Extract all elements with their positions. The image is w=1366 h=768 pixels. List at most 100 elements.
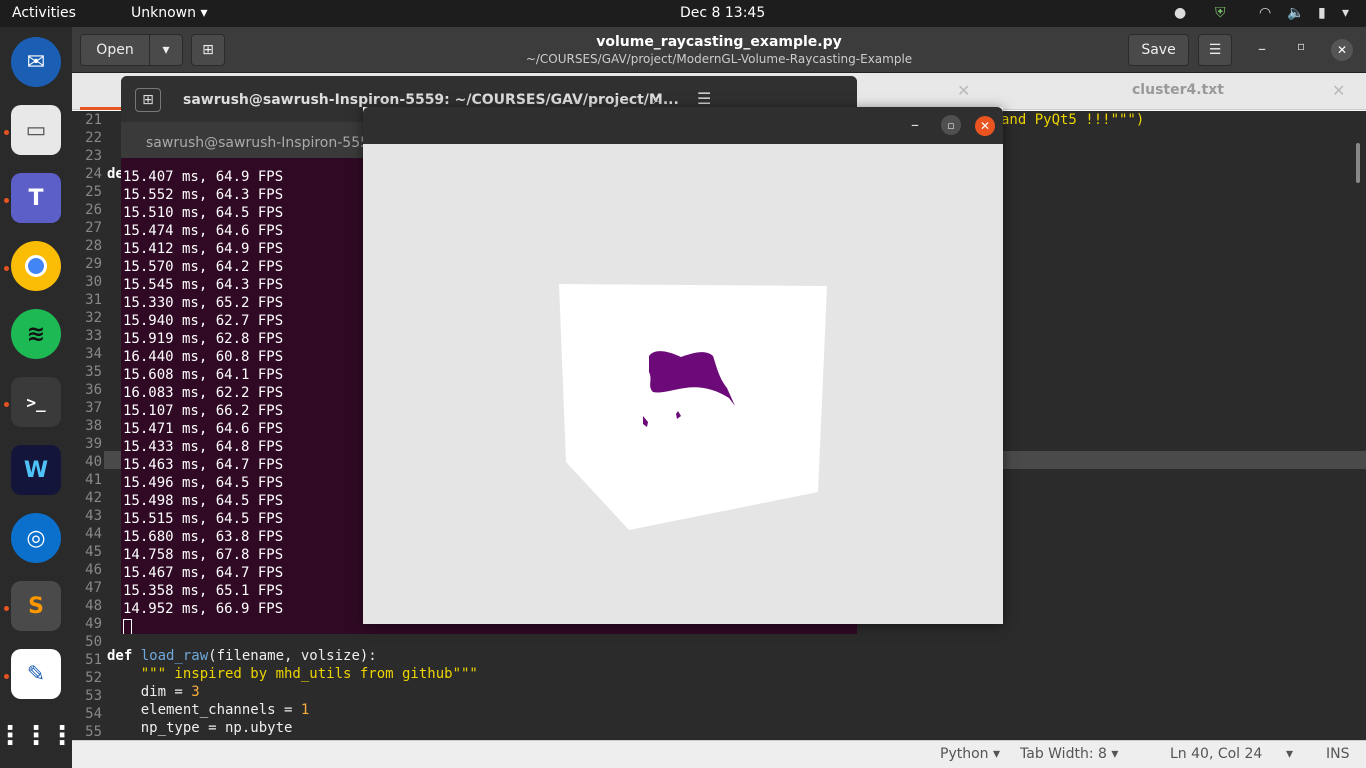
app-menu[interactable]: Unknown ▾	[131, 5, 207, 21]
line-number: 32	[85, 310, 102, 326]
line-number: 43	[85, 508, 102, 524]
line-number: 36	[85, 382, 102, 398]
chrome-icon[interactable]	[11, 241, 61, 291]
running-indicator	[4, 198, 9, 203]
status-bar: Python ▾ Tab Width: 8 ▾ Ln 40, Col 24 ▾ …	[72, 740, 1366, 768]
close-icon[interactable]: ✕	[1331, 39, 1353, 61]
line-number: 50	[85, 634, 102, 650]
tab-close-icon[interactable]: ✕	[1332, 81, 1345, 100]
terminal-line: 15.471 ms, 64.6 FPS	[123, 421, 284, 437]
code-line-55: np_type = np.ubyte	[107, 720, 293, 736]
files-icon[interactable]: ▭	[11, 105, 61, 155]
line-number: 55	[85, 724, 102, 740]
line-number: 33	[85, 328, 102, 344]
close-icon[interactable]: ✕	[975, 116, 995, 136]
teams-icon[interactable]: T	[11, 173, 61, 223]
line-number: 39	[85, 436, 102, 452]
terminal-line: 15.463 ms, 64.7 FPS	[123, 457, 284, 473]
thunderbird-icon[interactable]: ✉	[11, 37, 61, 87]
terminal-line: 15.467 ms, 64.7 FPS	[123, 565, 284, 581]
terminal-line: 15.107 ms, 66.2 FPS	[123, 403, 284, 419]
running-indicator	[4, 266, 9, 271]
terminal-line: 14.952 ms, 66.9 FPS	[123, 601, 284, 617]
minimize-icon[interactable]: –	[911, 115, 919, 134]
terminal-line: 15.498 ms, 64.5 FPS	[123, 493, 284, 509]
terminal-tab[interactable]: sawrush@sawrush-Inspiron-5559	[146, 135, 378, 151]
app-icon[interactable]: ◎	[11, 513, 61, 563]
terminal-line: 15.510 ms, 64.5 FPS	[123, 205, 284, 221]
volume-icon[interactable]: 🔈	[1287, 5, 1304, 21]
shield-icon[interactable]: ⛨	[1215, 5, 1226, 21]
insert-mode[interactable]: INS	[1326, 746, 1350, 762]
webex-icon[interactable]: W	[11, 445, 61, 495]
terminal-output[interactable]: 15.407 ms, 64.9 FPS 15.552 ms, 64.3 FPS 15…	[123, 168, 283, 634]
tab-close-icon[interactable]: ✕	[957, 81, 970, 100]
notification-icon[interactable]: ●	[1174, 5, 1186, 21]
terminal-line: 15.570 ms, 64.2 FPS	[123, 259, 284, 275]
line-number: 53	[85, 688, 102, 704]
code-line-53: dim = 3	[107, 684, 200, 700]
terminal-line: 15.496 ms, 64.5 FPS	[123, 475, 284, 491]
render-window-titlebar: – ▫ ✕	[363, 107, 1003, 144]
gedit-headerbar: Open ▾ ⊞ volume_raycasting_example.py ~/…	[72, 27, 1366, 73]
minimize-icon[interactable]: –	[1258, 39, 1266, 58]
search-icon[interactable]: ⌕	[653, 89, 662, 109]
language-selector[interactable]: Python ▾	[940, 746, 1000, 762]
maximize-icon[interactable]: ▫	[1297, 39, 1305, 53]
text-editor-icon[interactable]: ✎	[11, 649, 61, 699]
top-bar: Activities Unknown ▾ Dec 8 13:45 ● ⛨ ◠ 🔈…	[0, 0, 1366, 27]
line-number: 44	[85, 526, 102, 542]
scrollbar[interactable]	[1356, 143, 1360, 183]
menu-icon[interactable]: ☰	[1198, 34, 1232, 66]
terminal-line: 15.330 ms, 65.2 FPS	[123, 295, 284, 311]
line-number: 26	[85, 202, 102, 218]
save-button[interactable]: Save	[1128, 34, 1189, 66]
terminal-line: 15.919 ms, 62.8 FPS	[123, 331, 284, 347]
line-number: 54	[85, 706, 102, 722]
volume-bounding-cube	[559, 284, 827, 530]
clock[interactable]: Dec 8 13:45	[680, 5, 765, 21]
app-grid-icon[interactable]: ⋮⋮⋮	[0, 711, 75, 761]
terminal-line: 15.433 ms, 64.8 FPS	[123, 439, 284, 455]
chevron-down-icon[interactable]: ▾	[1286, 746, 1293, 762]
activities-button[interactable]: Activities	[12, 5, 76, 21]
volume-render-canvas[interactable]	[363, 144, 1003, 624]
new-tab-icon[interactable]: ⊞	[135, 88, 161, 112]
sublime-icon[interactable]: S	[11, 581, 61, 631]
cursor-position[interactable]: Ln 40, Col 24	[1170, 746, 1262, 762]
terminal-line: 15.680 ms, 63.8 FPS	[123, 529, 284, 545]
maximize-icon[interactable]: ▫	[941, 115, 961, 135]
language-label: Python	[940, 746, 989, 762]
line-number: 40	[85, 454, 102, 470]
running-indicator	[4, 606, 9, 611]
line-number: 38	[85, 418, 102, 434]
line-number: 28	[85, 238, 102, 254]
line-number: 31	[85, 292, 102, 308]
power-menu-icon[interactable]: ▾	[1342, 5, 1349, 21]
spotify-icon[interactable]: ≋	[11, 309, 61, 359]
tab-width-selector[interactable]: Tab Width: 8 ▾	[1020, 746, 1118, 762]
line-number-gutter: 21 22 23 24 25 26 27 28 29 30 31 32 33 34 35 36 37 38 39 40…	[72, 111, 104, 740]
dock: ✉ ▭ T ≋ >_ W ◎ S ✎ ⋮⋮⋮	[0, 27, 75, 768]
line-number: 45	[85, 544, 102, 560]
line-number: 47	[85, 580, 102, 596]
tab-cluster4[interactable]: cluster4.txt	[1132, 82, 1224, 98]
battery-icon[interactable]: ▮	[1318, 5, 1326, 21]
chevron-down-icon: ▾	[200, 5, 208, 21]
line-number: 46	[85, 562, 102, 578]
menu-icon[interactable]: ☰	[697, 89, 711, 108]
terminal-line: 15.515 ms, 64.5 FPS	[123, 511, 284, 527]
terminal-icon[interactable]: >_	[11, 377, 61, 427]
code-line-51: def load_raw(filename, volsize):	[107, 648, 377, 664]
line-number: 21	[85, 112, 102, 128]
line-number: 48	[85, 598, 102, 614]
terminal-line: 15.545 ms, 64.3 FPS	[123, 277, 284, 293]
line-number: 30	[85, 274, 102, 290]
terminal-prompt[interactable]	[123, 618, 283, 634]
line-number: 22	[85, 130, 102, 146]
line-number: 42	[85, 490, 102, 506]
terminal-line: 15.608 ms, 64.1 FPS	[123, 367, 284, 383]
running-indicator	[4, 674, 9, 679]
wifi-icon[interactable]: ◠	[1259, 5, 1271, 21]
line-number: 29	[85, 256, 102, 272]
